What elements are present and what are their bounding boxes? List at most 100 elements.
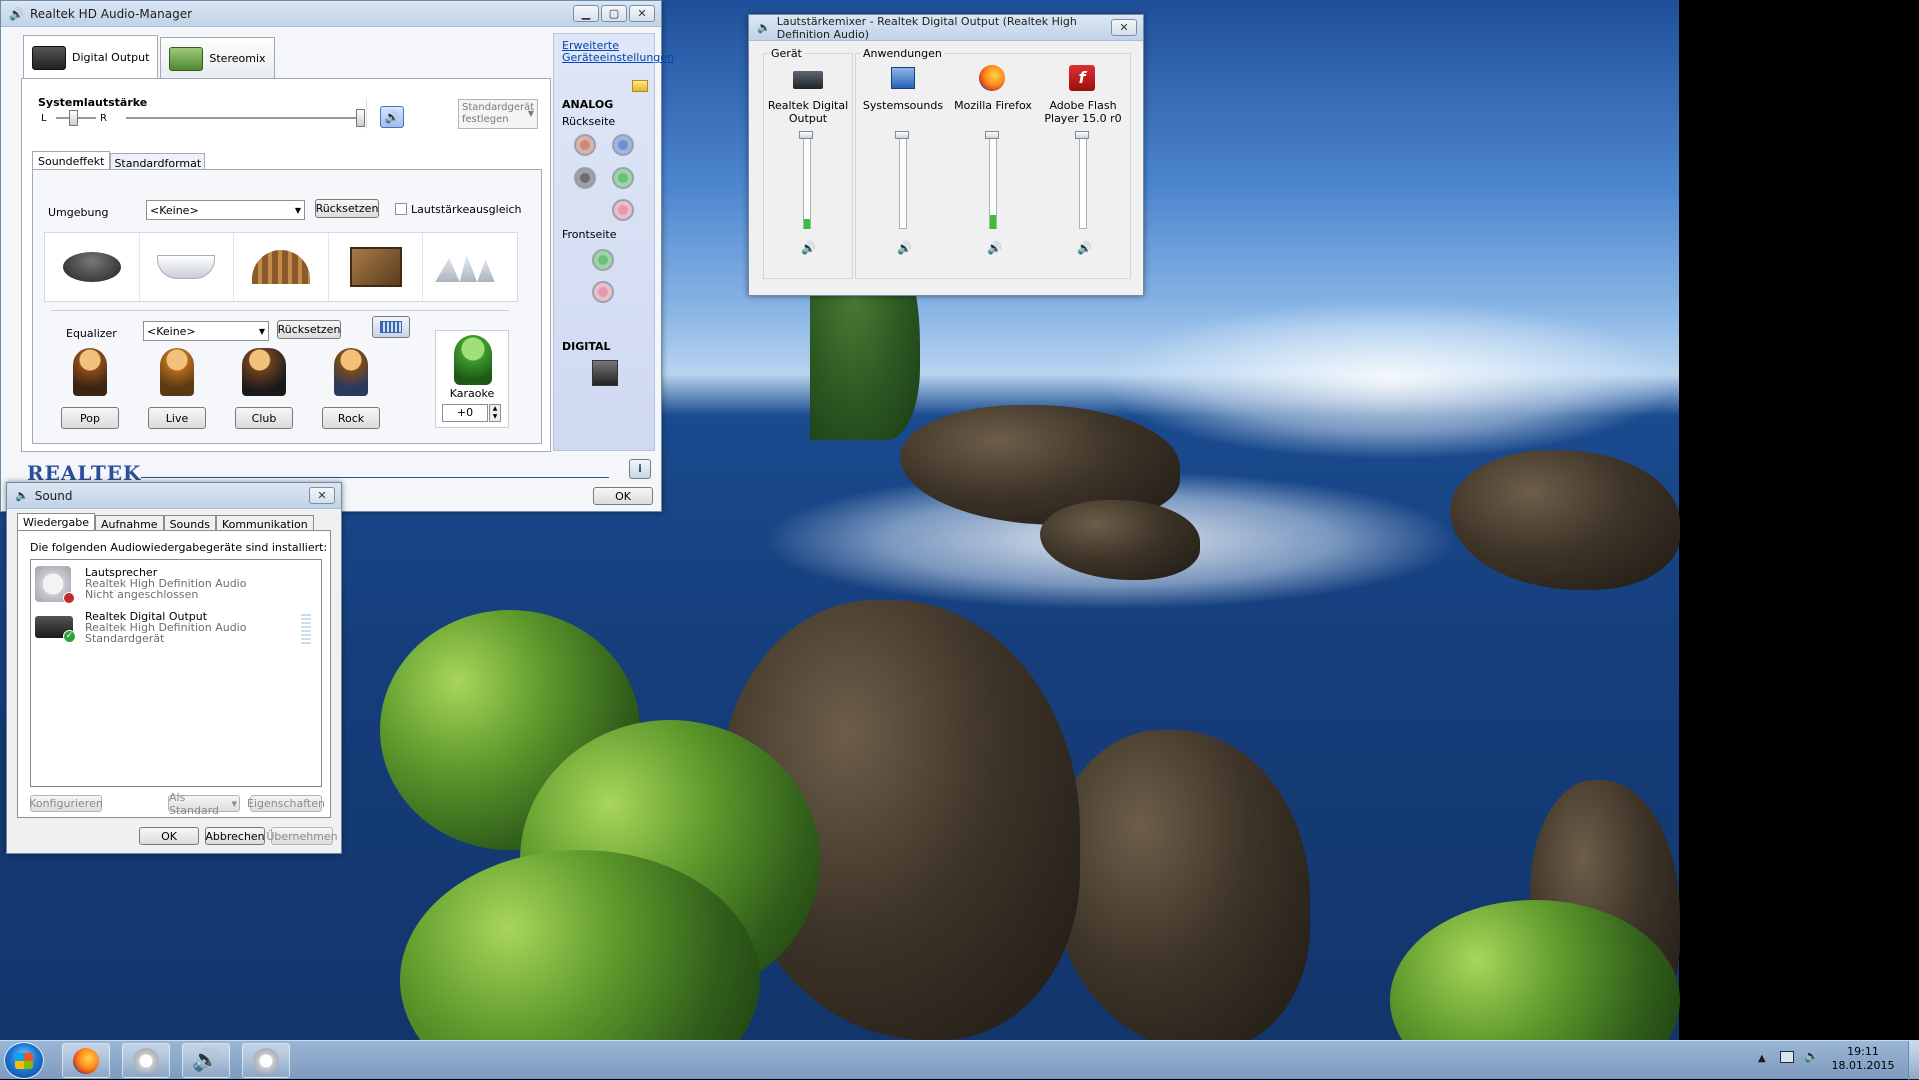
close-button[interactable]: ✕ (1111, 19, 1137, 36)
front-jack-green-icon[interactable] (592, 249, 614, 271)
divider (51, 310, 509, 311)
taskbar-firefox-button[interactable] (62, 1043, 110, 1078)
realtek-speaker-icon: 🔊 (192, 1048, 220, 1073)
env-bathtub-icon[interactable] (140, 233, 235, 301)
jack-pink-icon[interactable] (612, 199, 634, 221)
info-icon[interactable]: i (629, 459, 651, 479)
jack-orange-icon[interactable] (574, 134, 596, 156)
clock-date: 18.01.2015 (1831, 1059, 1895, 1072)
ok-button[interactable]: OK (593, 487, 653, 505)
env-opera-house-icon[interactable] (423, 233, 517, 301)
loudness-checkbox[interactable] (395, 203, 407, 215)
dropdown-arrow-icon: ▼ (294, 205, 301, 215)
env-colosseum-icon[interactable] (234, 233, 329, 301)
firefox-icon (73, 1047, 99, 1074)
level-meter (301, 612, 311, 644)
environment-combo[interactable]: <Keine> ▼ (146, 200, 305, 220)
system-volume-slider[interactable] (126, 117, 358, 119)
peak-meter (804, 219, 810, 229)
volume-thumb[interactable] (1075, 131, 1089, 139)
system-volume-label: Systemlautstärke (38, 96, 148, 109)
folder-icon[interactable] (632, 80, 648, 92)
maximize-button[interactable]: ▢ (601, 5, 627, 22)
tab-label: Digital Output (72, 51, 150, 64)
firefox-icon (979, 65, 1005, 91)
figure-shape (334, 348, 368, 396)
pop-figure-icon (60, 348, 120, 398)
mute-speaker-icon[interactable]: 🔊 (801, 241, 816, 255)
mute-speaker-icon[interactable]: 🔊 (987, 241, 1002, 255)
configure-button[interactable]: Konfigurieren (29, 795, 103, 812)
system-sounds-icon (891, 67, 915, 89)
close-button[interactable]: ✕ (309, 487, 335, 504)
karaoke-spinner[interactable]: ▲ ▼ (489, 404, 501, 422)
preset-club-button[interactable]: Club (235, 407, 293, 429)
volume-thumb[interactable] (799, 131, 813, 139)
tab-stereomix[interactable]: Stereomix (160, 37, 275, 79)
taskbar-audio-button[interactable] (122, 1043, 170, 1078)
list-item[interactable]: Lautsprecher Realtek High Definition Aud… (33, 564, 319, 606)
club-figure-icon (234, 348, 294, 398)
jack-black-icon[interactable] (574, 167, 596, 189)
channel-name: Realtek Digital Output (767, 99, 849, 125)
show-hidden-icons-icon[interactable]: ▲ (1758, 1053, 1766, 1064)
show-desktop-button[interactable] (1908, 1041, 1919, 1080)
clock[interactable]: 19:11 18.01.2015 (1822, 1045, 1904, 1073)
device-status: Nicht angeschlossen (85, 588, 199, 601)
disconnected-badge-icon (63, 592, 75, 604)
advanced-settings-text: Erweiterte Geräteeinstellungen (562, 39, 675, 64)
preset-live-button[interactable]: Live (148, 407, 206, 429)
jack-green-icon[interactable] (612, 167, 634, 189)
tab-label: Stereomix (209, 52, 266, 65)
mixer-titlebar: 🔈 Lautstärkemixer - Realtek Digital Outp… (749, 15, 1143, 41)
wallpaper-surf (1100, 300, 1680, 460)
mute-speaker-icon[interactable]: 🔊 (897, 241, 912, 255)
equalizer-reset-button[interactable]: Rücksetzen (277, 320, 341, 339)
volume-tray-icon[interactable]: 🔈 (1804, 1049, 1819, 1063)
volume-thumb[interactable] (895, 131, 909, 139)
jack-blue-icon[interactable] (612, 134, 634, 156)
set-default-device-button[interactable]: Standardgerät festlegen ▼ (458, 99, 538, 129)
taskbar-sound-button[interactable] (242, 1043, 290, 1078)
graphic-equalizer-button[interactable] (372, 316, 410, 338)
cancel-button[interactable]: Abbrechen (205, 827, 265, 845)
volume-track[interactable] (803, 133, 811, 229)
ok-button[interactable]: OK (139, 827, 199, 845)
dropdown-arrow-icon: ▼ (258, 326, 265, 336)
close-button[interactable]: ✕ (629, 5, 655, 22)
preset-pop-button[interactable]: Pop (61, 407, 119, 429)
clock-time: 19:11 (1847, 1045, 1879, 1058)
network-icon[interactable] (1780, 1051, 1794, 1063)
mute-speaker-icon[interactable]: 🔊 (1077, 241, 1092, 255)
digital-port-icon[interactable] (592, 360, 618, 386)
system-volume-thumb[interactable] (356, 109, 365, 127)
preset-rock-button[interactable]: Rock (322, 407, 380, 429)
volume-track[interactable] (1079, 133, 1087, 229)
set-default-button[interactable]: Als Standard ▼ (168, 791, 240, 817)
wallpaper-rock (1450, 450, 1680, 590)
env-room-icon[interactable] (329, 233, 424, 301)
taskbar-realtek-button[interactable]: 🔊 (182, 1043, 230, 1078)
start-button[interactable] (4, 1042, 44, 1079)
speaker-device-icon (133, 1047, 159, 1074)
channel-name: Adobe Flash Player 15.0 r0 (1044, 99, 1122, 125)
apply-button[interactable]: Übernehmen (266, 827, 338, 845)
playback-panel: Die folgenden Audiowiedergabegeräte sind… (17, 530, 331, 818)
env-stone-icon[interactable] (45, 233, 140, 301)
karaoke-value-field[interactable]: +0 (442, 404, 488, 422)
device-tabs: Digital Output Stereomix (23, 35, 275, 79)
equalizer-combo[interactable]: <Keine> ▼ (143, 321, 269, 341)
balance-slider-thumb[interactable] (69, 110, 78, 126)
volume-mixer-window: 🔈 Lautstärkemixer - Realtek Digital Outp… (748, 14, 1144, 296)
volume-thumb[interactable] (985, 131, 999, 139)
volume-track[interactable] (899, 133, 907, 229)
environment-reset-button[interactable]: Rücksetzen (315, 199, 379, 218)
front-jack-pink-icon[interactable] (592, 281, 614, 303)
advanced-settings-link[interactable]: Erweiterte Geräteeinstellungen (562, 40, 674, 64)
list-item[interactable]: ✓ Realtek Digital Output Realtek High De… (33, 608, 319, 650)
tab-digital-output[interactable]: Digital Output (23, 35, 159, 79)
properties-button[interactable]: Eigenschaften (247, 795, 325, 812)
set-default-label: Standardgerät festlegen (462, 102, 535, 125)
minimize-button[interactable]: ▁ (573, 5, 599, 22)
device-list[interactable]: Lautsprecher Realtek High Definition Aud… (30, 559, 322, 787)
